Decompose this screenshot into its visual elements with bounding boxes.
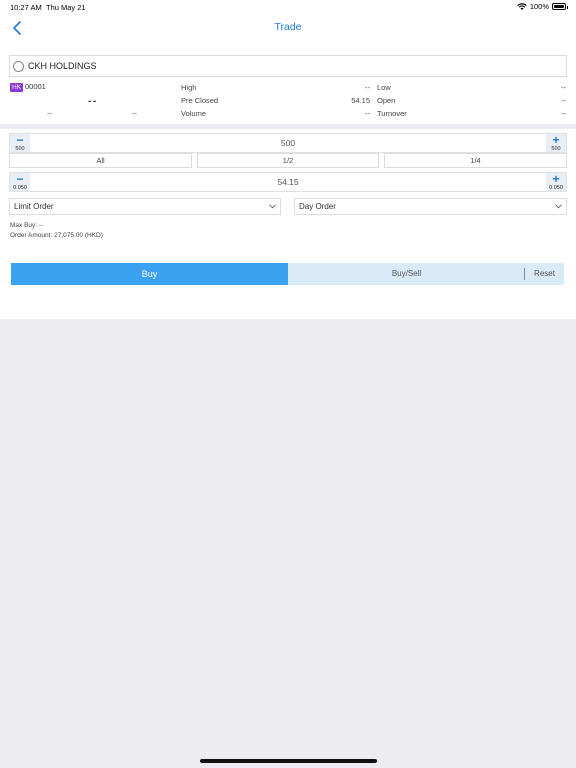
validity-value: Day Order (299, 202, 336, 211)
quantity-stepper[interactable]: − 500 500 + 500 (9, 133, 567, 153)
wifi-icon (517, 2, 527, 10)
status-time: 10:27 AM (10, 3, 42, 12)
battery-icon (552, 3, 568, 10)
price-step-label: 0.050 (549, 185, 563, 191)
open-value: -- (561, 96, 566, 105)
minus-icon: − (16, 133, 24, 147)
price-value[interactable]: 54.15 (32, 177, 544, 187)
fraction-all-button[interactable]: All (9, 153, 192, 168)
max-buy-info: Max Buy: -- (10, 222, 43, 229)
quantity-value[interactable]: 500 (32, 138, 544, 148)
price-stepper[interactable]: − 0.050 54.15 + 0.050 (9, 172, 567, 192)
trade-panel: 10:27 AM Thu May 21 100% Trade CKH HOLDI… (0, 0, 576, 319)
order-amount-label: Order Amount: (10, 232, 53, 239)
status-indicators: 100% (517, 2, 568, 11)
price-step-label: 0.050 (13, 185, 27, 191)
fraction-half-button[interactable]: 1/2 (197, 153, 379, 168)
open-label: Open (377, 96, 396, 105)
price-change-pct: -- (132, 109, 137, 118)
status-date: Thu May 21 (46, 3, 86, 12)
low-value: -- (561, 83, 566, 92)
plus-icon: + (552, 172, 560, 186)
status-bar: 10:27 AM Thu May 21 100% (0, 0, 576, 14)
order-type-select[interactable]: Limit Order (9, 198, 281, 215)
validity-select[interactable]: Day Order (294, 198, 567, 215)
battery-percent: 100% (529, 2, 549, 11)
turnover-label: Turnover (377, 109, 407, 118)
plus-icon: + (552, 133, 560, 147)
quantity-step-label: 500 (551, 146, 561, 152)
max-buy-value: -- (38, 222, 44, 229)
search-icon (13, 61, 24, 72)
price-increase-button[interactable]: + 0.050 (546, 173, 566, 191)
search-value: CKH HOLDINGS (28, 61, 97, 71)
pre-closed-label: Pre Closed (181, 96, 219, 105)
price-decrease-button[interactable]: − 0.050 (10, 173, 30, 191)
last-price: -- (88, 95, 98, 107)
chevron-down-icon (555, 204, 562, 209)
volume-value: -- (365, 109, 370, 118)
market-badge: HK (10, 83, 24, 92)
price-change: -- (47, 109, 52, 118)
reset-button[interactable]: Reset (525, 263, 564, 285)
max-buy-label: Max Buy: (10, 222, 38, 229)
low-label: Low (377, 83, 391, 92)
quantity-increase-button[interactable]: + 500 (546, 134, 566, 152)
minus-icon: − (16, 172, 24, 186)
turnover-value: -- (561, 109, 566, 118)
stock-search-field[interactable]: CKH HOLDINGS (9, 55, 567, 77)
quantity-step-label: 500 (15, 146, 25, 152)
action-bar: Buy Buy/Sell Reset (11, 263, 564, 285)
pre-closed-value: 54.15 (351, 96, 370, 105)
quantity-fraction-buttons: All 1/2 1/4 (9, 153, 567, 168)
high-label: High (181, 83, 197, 92)
buy-button[interactable]: Buy (11, 263, 288, 285)
order-type-value: Limit Order (14, 202, 54, 211)
home-indicator (200, 759, 377, 763)
volume-label: Volume (181, 109, 207, 118)
order-amount-info: Order Amount: 27,075.00 (HKD) (10, 232, 103, 239)
high-value: -- (365, 83, 370, 92)
page-title: Trade (274, 21, 302, 33)
quote-panel: HK 00001 -- -- -- High -- Pre Closed 54.… (0, 80, 576, 124)
section-divider (0, 124, 576, 129)
chevron-down-icon (269, 204, 276, 209)
quantity-decrease-button[interactable]: − 500 (10, 134, 30, 152)
buy-sell-toggle-button[interactable]: Buy/Sell (288, 263, 525, 285)
fraction-quarter-button[interactable]: 1/4 (384, 153, 567, 168)
order-amount-value: 27,075.00 (HKD) (54, 232, 103, 239)
stock-code: 00001 (25, 82, 46, 91)
